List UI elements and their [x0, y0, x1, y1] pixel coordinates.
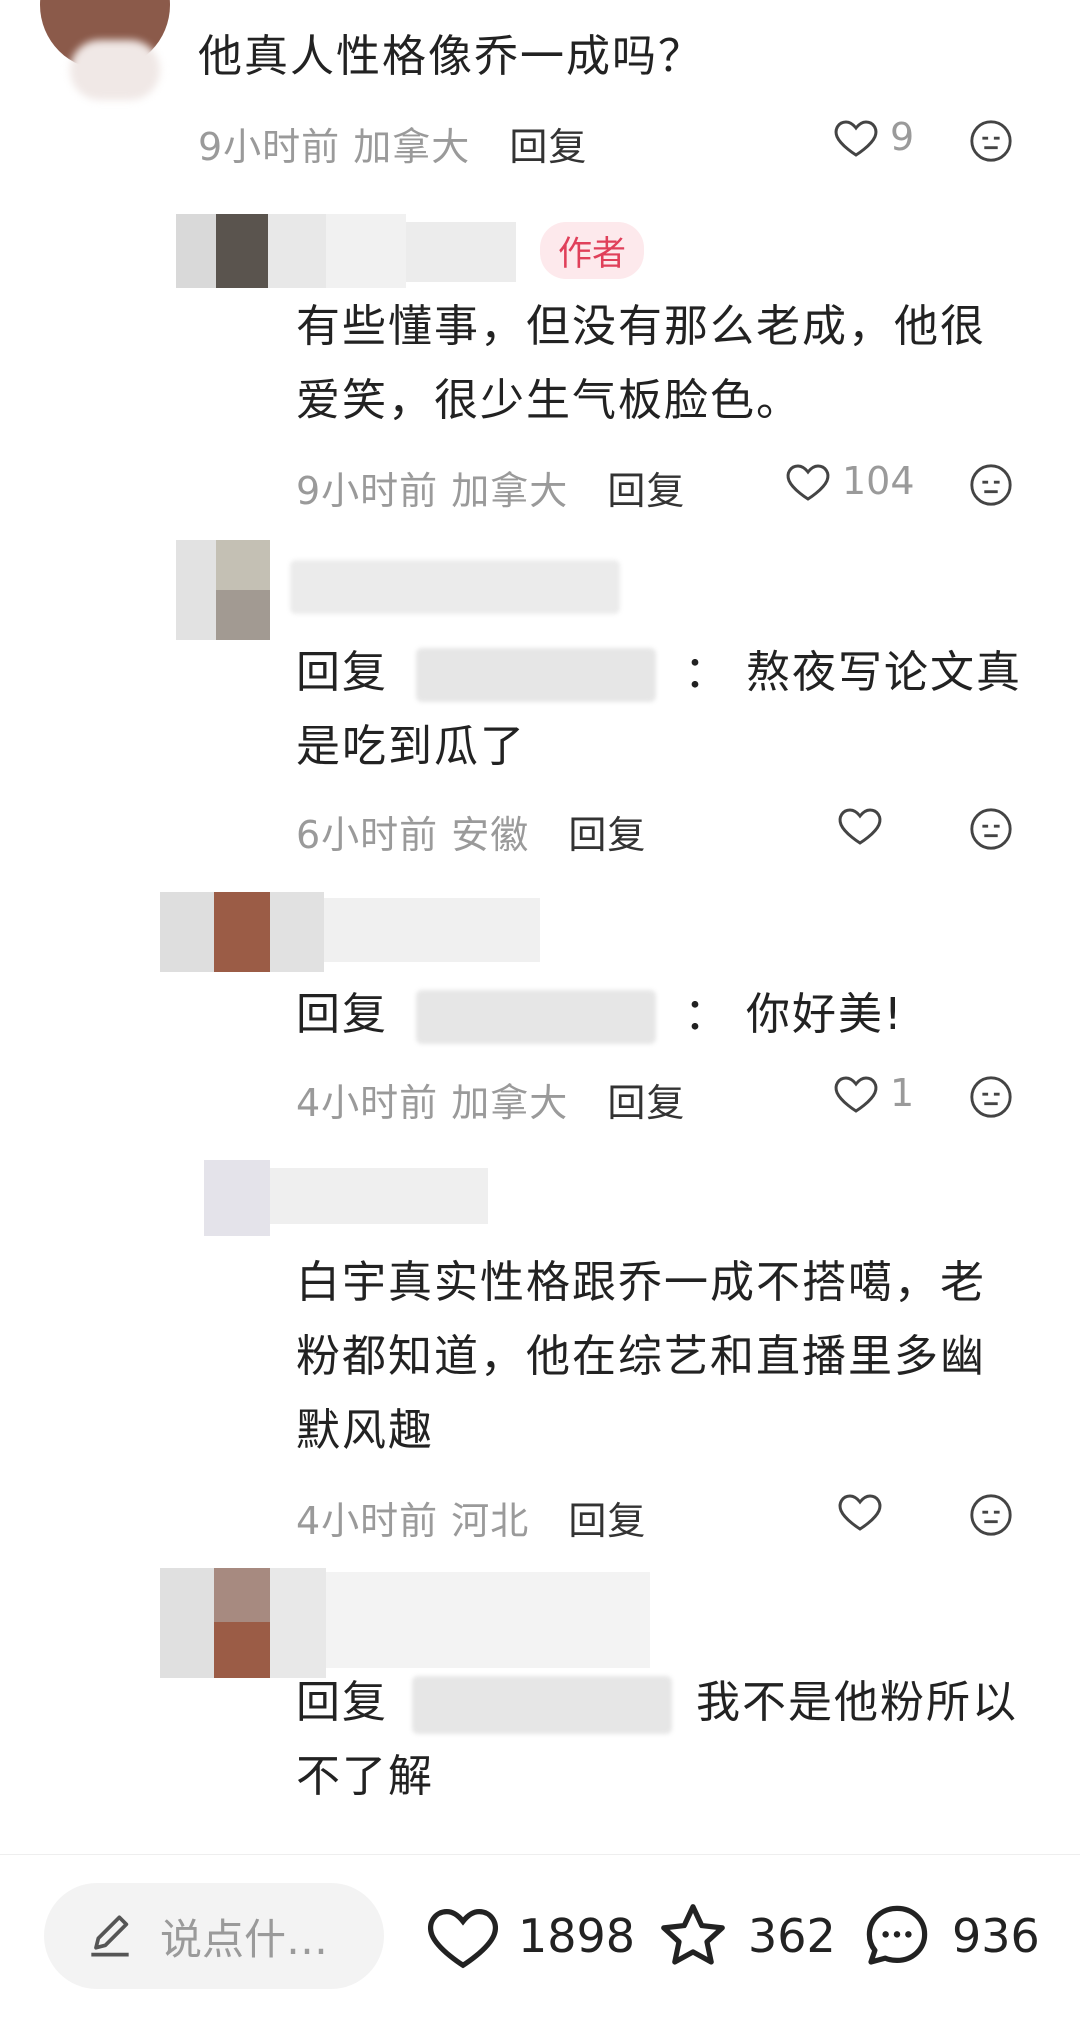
comment-location: 加拿大	[451, 469, 569, 513]
comment-text-rest: 熬夜写论文真	[746, 647, 1022, 698]
avatar-mosaic[interactable]	[176, 540, 286, 640]
comment-text-line: 不了解	[296, 1751, 434, 1802]
comment-location: 加拿大	[451, 1081, 569, 1125]
reply-prefix: 回复	[296, 989, 388, 1040]
like-button[interactable]	[836, 1487, 894, 1535]
post-collect-button[interactable]: 362	[654, 1897, 836, 1975]
like-count: 104	[842, 459, 915, 503]
mention-blur	[412, 1676, 672, 1734]
username-blur	[290, 560, 620, 614]
heart-outline-icon	[838, 808, 882, 845]
comment-meta: 9小时前 加拿大 回复	[296, 460, 685, 515]
comment-time: 4小时前	[296, 1499, 439, 1543]
reply-prefix: 回复	[296, 647, 388, 698]
comment-time: 9小时前	[296, 469, 439, 513]
mention-separator: ：	[684, 989, 730, 1040]
reply-button[interactable]: 回复	[607, 469, 685, 513]
heart-outline-icon	[834, 120, 878, 157]
comment-text-line: 默风趣	[296, 1405, 434, 1456]
bottom-action-bar: 说点什… 1898 362 936	[0, 1854, 1080, 2021]
username-mosaic	[176, 214, 516, 288]
heart-outline-icon	[786, 464, 830, 501]
comment-input-placeholder: 说点什…	[160, 1914, 329, 1964]
heart-outline-icon	[834, 1076, 878, 1113]
reply-button[interactable]: 回复	[509, 125, 587, 169]
comment-text-line: 爱笑，很少生气板脸色。	[296, 375, 802, 426]
comment-text-line: 是吃到瓜了	[296, 721, 526, 772]
post-collect-count: 362	[748, 1909, 836, 1963]
star-outline-icon	[661, 1904, 725, 1965]
like-button[interactable]	[836, 801, 894, 849]
comment-input[interactable]: 说点什…	[44, 1883, 384, 1989]
avatar-mosaic[interactable]	[160, 1568, 650, 1678]
reply-button[interactable]: 回复	[607, 1081, 685, 1125]
comment-text: 回复 我不是他粉所以 不了解	[296, 1666, 1018, 1814]
comment-text: 回复 ： 熬夜写论文真 是吃到瓜了	[296, 636, 1022, 784]
comment-text-line: 回复 ： 熬夜写论文真	[296, 636, 1022, 710]
mention-blur	[416, 648, 656, 702]
like-count: 9	[890, 115, 915, 159]
reply-prefix: 回复	[296, 1677, 388, 1728]
reply-button[interactable]: 回复	[568, 1499, 646, 1543]
pencil-icon	[91, 1915, 129, 1957]
emoji-face-icon[interactable]	[968, 806, 1014, 852]
comment-text: 回复 ： 你好美!	[296, 978, 904, 1052]
comment-meta: 4小时前 河北 回复	[296, 1490, 646, 1545]
post-like-count: 1898	[518, 1909, 636, 1963]
emoji-face-icon[interactable]	[968, 462, 1014, 508]
comment-location: 安徽	[451, 813, 530, 857]
like-button[interactable]: 104	[784, 457, 915, 505]
avatar-mosaic[interactable]	[160, 892, 540, 972]
comment-time: 4小时前	[296, 1081, 439, 1125]
comment-location: 河北	[451, 1499, 530, 1543]
heart-outline-icon	[838, 1494, 882, 1531]
emoji-face-icon[interactable]	[968, 118, 1014, 164]
avatar-blur	[70, 40, 160, 100]
author-badge: 作者	[540, 222, 644, 279]
chat-bubble-icon	[866, 1905, 928, 1965]
post-comment-count: 936	[952, 1909, 1040, 1963]
comment-text-line: 粉都知道，他在综艺和直播里多幽	[296, 1331, 986, 1382]
mention-blur	[416, 990, 656, 1044]
comment-meta: 6小时前 安徽 回复	[296, 804, 646, 859]
post-comment-button[interactable]: 936	[858, 1897, 1040, 1975]
comment-time: 6小时前	[296, 813, 439, 857]
emoji-face-icon[interactable]	[968, 1074, 1014, 1120]
post-like-button[interactable]: 1898	[424, 1897, 635, 1975]
like-button[interactable]: 9	[832, 113, 914, 161]
comment-text: 他真人性格像乔一成吗？	[198, 31, 704, 82]
comment-meta: 9小时前 加拿大 回复	[198, 116, 587, 171]
mention-separator: ：	[684, 647, 730, 698]
comment-time: 9小时前	[198, 125, 341, 169]
comment-text-line: 有些懂事，但没有那么老成，他很	[296, 301, 986, 352]
comment-text: 白宇真实性格跟乔一成不搭噶，老 粉都知道，他在综艺和直播里多幽 默风趣	[296, 1246, 986, 1468]
reply-button[interactable]: 回复	[568, 813, 646, 857]
comment-text-rest: 我不是他粉所以	[696, 1677, 1018, 1728]
comment-meta: 4小时前 加拿大 回复	[296, 1072, 685, 1127]
comment-text-line: 白宇真实性格跟乔一成不搭噶，老	[296, 1257, 986, 1308]
avatar-mosaic[interactable]	[204, 1160, 488, 1236]
like-count: 1	[890, 1071, 915, 1115]
heart-outline-icon	[428, 1909, 498, 1969]
comment-text-rest: 你好美!	[746, 989, 904, 1040]
emoji-face-icon[interactable]	[968, 1492, 1014, 1538]
like-button[interactable]: 1	[832, 1069, 914, 1117]
comment-text: 有些懂事，但没有那么老成，他很 爱笑，很少生气板脸色。	[296, 290, 986, 438]
comment-text-line: 回复 我不是他粉所以	[296, 1666, 1018, 1740]
comment-location: 加拿大	[353, 125, 471, 169]
